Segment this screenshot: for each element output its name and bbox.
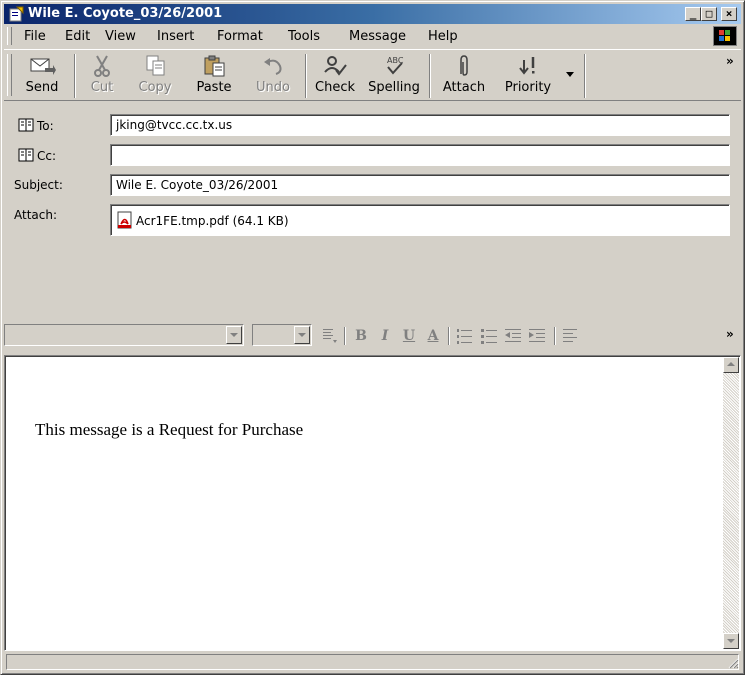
- menu-file[interactable]: File: [24, 29, 46, 44]
- cut-button[interactable]: Cut: [78, 54, 126, 98]
- copy-icon: [146, 55, 165, 76]
- to-label-group[interactable]: To:: [18, 118, 54, 133]
- window-title: Wile E. Coyote_03/26/2001: [28, 6, 223, 21]
- font-color-button[interactable]: A: [424, 328, 442, 344]
- paperclip-icon: [460, 55, 468, 76]
- menu-insert[interactable]: Insert: [157, 29, 194, 44]
- paragraph-style-icon[interactable]: [322, 327, 338, 345]
- status-pane: [6, 654, 739, 670]
- attach-label: Attach: [442, 80, 486, 95]
- italic-button[interactable]: I: [376, 328, 394, 344]
- cut-label: Cut: [90, 80, 114, 95]
- undo-icon: [264, 58, 282, 75]
- cc-label: Cc:: [37, 149, 57, 163]
- copy-label: Copy: [138, 80, 172, 95]
- numbered-list-icon[interactable]: [456, 327, 474, 345]
- toolbar-grip[interactable]: [7, 54, 12, 96]
- close-button[interactable]: ×: [721, 7, 737, 21]
- chevron-down-icon[interactable]: [226, 326, 242, 344]
- status-bar: [4, 653, 741, 671]
- menubar-grip[interactable]: [7, 27, 12, 45]
- message-header: To: jking@tvcc.cc.tx.us Cc: Subject: Wil…: [4, 103, 741, 309]
- priority-dropdown-icon[interactable]: [566, 72, 574, 78]
- priority-button[interactable]: Priority: [496, 54, 560, 98]
- to-field[interactable]: jking@tvcc.cc.tx.us: [110, 114, 730, 136]
- scroll-down-button[interactable]: [723, 633, 739, 649]
- bullet-list-icon[interactable]: [480, 327, 498, 345]
- toolbar-separator: [305, 54, 307, 98]
- chevron-down-icon[interactable]: [294, 326, 310, 344]
- menu-help[interactable]: Help: [428, 29, 458, 44]
- menu-message[interactable]: Message: [349, 29, 406, 44]
- maximize-button[interactable]: □: [701, 7, 717, 21]
- spelling-button[interactable]: ABC Spelling: [362, 54, 426, 98]
- bold-button[interactable]: B: [352, 328, 370, 344]
- subject-field[interactable]: Wile E. Coyote_03/26/2001: [110, 174, 730, 196]
- attachment-name[interactable]: Acr1FE.tmp.pdf (64.1 KB): [136, 214, 289, 228]
- minimize-button[interactable]: _: [685, 7, 701, 21]
- undo-label: Undo: [256, 80, 290, 95]
- menu-format[interactable]: Format: [217, 29, 263, 44]
- vertical-scrollbar[interactable]: [723, 357, 739, 649]
- format-separator: [554, 327, 556, 345]
- menu-bar: File Edit View Insert Format Tools Messa…: [4, 25, 741, 47]
- attachment-field[interactable]: Acr1FE.tmp.pdf (64.1 KB): [110, 204, 730, 236]
- attach-button[interactable]: Attach: [434, 54, 494, 98]
- compose-window: Wile E. Coyote_03/26/2001 _ □ × File Edi…: [0, 0, 745, 675]
- send-button[interactable]: Send: [14, 54, 70, 98]
- send-label: Send: [25, 80, 59, 95]
- menu-view[interactable]: View: [105, 29, 136, 44]
- toolbar-separator: [74, 54, 76, 98]
- pdf-file-icon: [117, 211, 132, 229]
- underline-button[interactable]: U: [400, 328, 418, 344]
- check-label: Check: [315, 80, 355, 95]
- format-overflow-button[interactable]: »: [726, 327, 734, 341]
- font-name-select[interactable]: [4, 324, 244, 346]
- check-names-icon: [324, 56, 347, 76]
- send-envelope-icon: [30, 58, 56, 75]
- copy-button[interactable]: Copy: [128, 54, 182, 98]
- windows-logo-icon: [713, 26, 737, 46]
- title-bar[interactable]: Wile E. Coyote_03/26/2001 _ □ ×: [4, 4, 741, 24]
- check-names-button[interactable]: Check: [310, 54, 360, 98]
- paste-button[interactable]: Paste: [184, 54, 244, 98]
- to-label: To:: [37, 119, 54, 133]
- paste-icon: [204, 55, 225, 77]
- toolbar-separator: [429, 54, 431, 98]
- menu-tools[interactable]: Tools: [288, 29, 320, 44]
- scissors-icon: [94, 55, 110, 77]
- increase-indent-icon[interactable]: [528, 327, 546, 345]
- address-book-icon: [18, 148, 34, 162]
- attach-label: Attach:: [14, 208, 58, 222]
- format-separator: [344, 327, 346, 345]
- spelling-label: Spelling: [368, 80, 420, 95]
- toolbar-overflow-button[interactable]: »: [726, 54, 734, 68]
- paste-label: Paste: [196, 80, 232, 95]
- priority-label: Priority: [504, 80, 552, 95]
- priority-icon: [519, 57, 535, 75]
- format-separator: [448, 327, 450, 345]
- main-toolbar: Send Cut Copy Paste Undo Check ABC Spell…: [4, 49, 741, 101]
- cc-label-group[interactable]: Cc:: [18, 148, 56, 163]
- undo-button[interactable]: Undo: [246, 54, 300, 98]
- message-body[interactable]: This message is a Request for Purchase: [4, 355, 741, 651]
- compose-note-icon: [9, 6, 24, 22]
- spelling-icon: ABC: [387, 56, 404, 75]
- toolbar-separator: [584, 54, 586, 98]
- cc-field[interactable]: [110, 144, 730, 166]
- subject-label: Subject:: [14, 178, 63, 192]
- menu-edit[interactable]: Edit: [65, 29, 90, 44]
- align-left-icon[interactable]: [562, 327, 580, 345]
- decrease-indent-icon[interactable]: [504, 327, 522, 345]
- scroll-up-button[interactable]: [723, 357, 739, 373]
- formatting-toolbar: B I U A »: [4, 319, 741, 351]
- message-body-text[interactable]: This message is a Request for Purchase: [35, 420, 303, 440]
- resize-grip-icon[interactable]: [727, 657, 739, 669]
- address-book-icon: [18, 118, 34, 132]
- font-size-select[interactable]: [252, 324, 312, 346]
